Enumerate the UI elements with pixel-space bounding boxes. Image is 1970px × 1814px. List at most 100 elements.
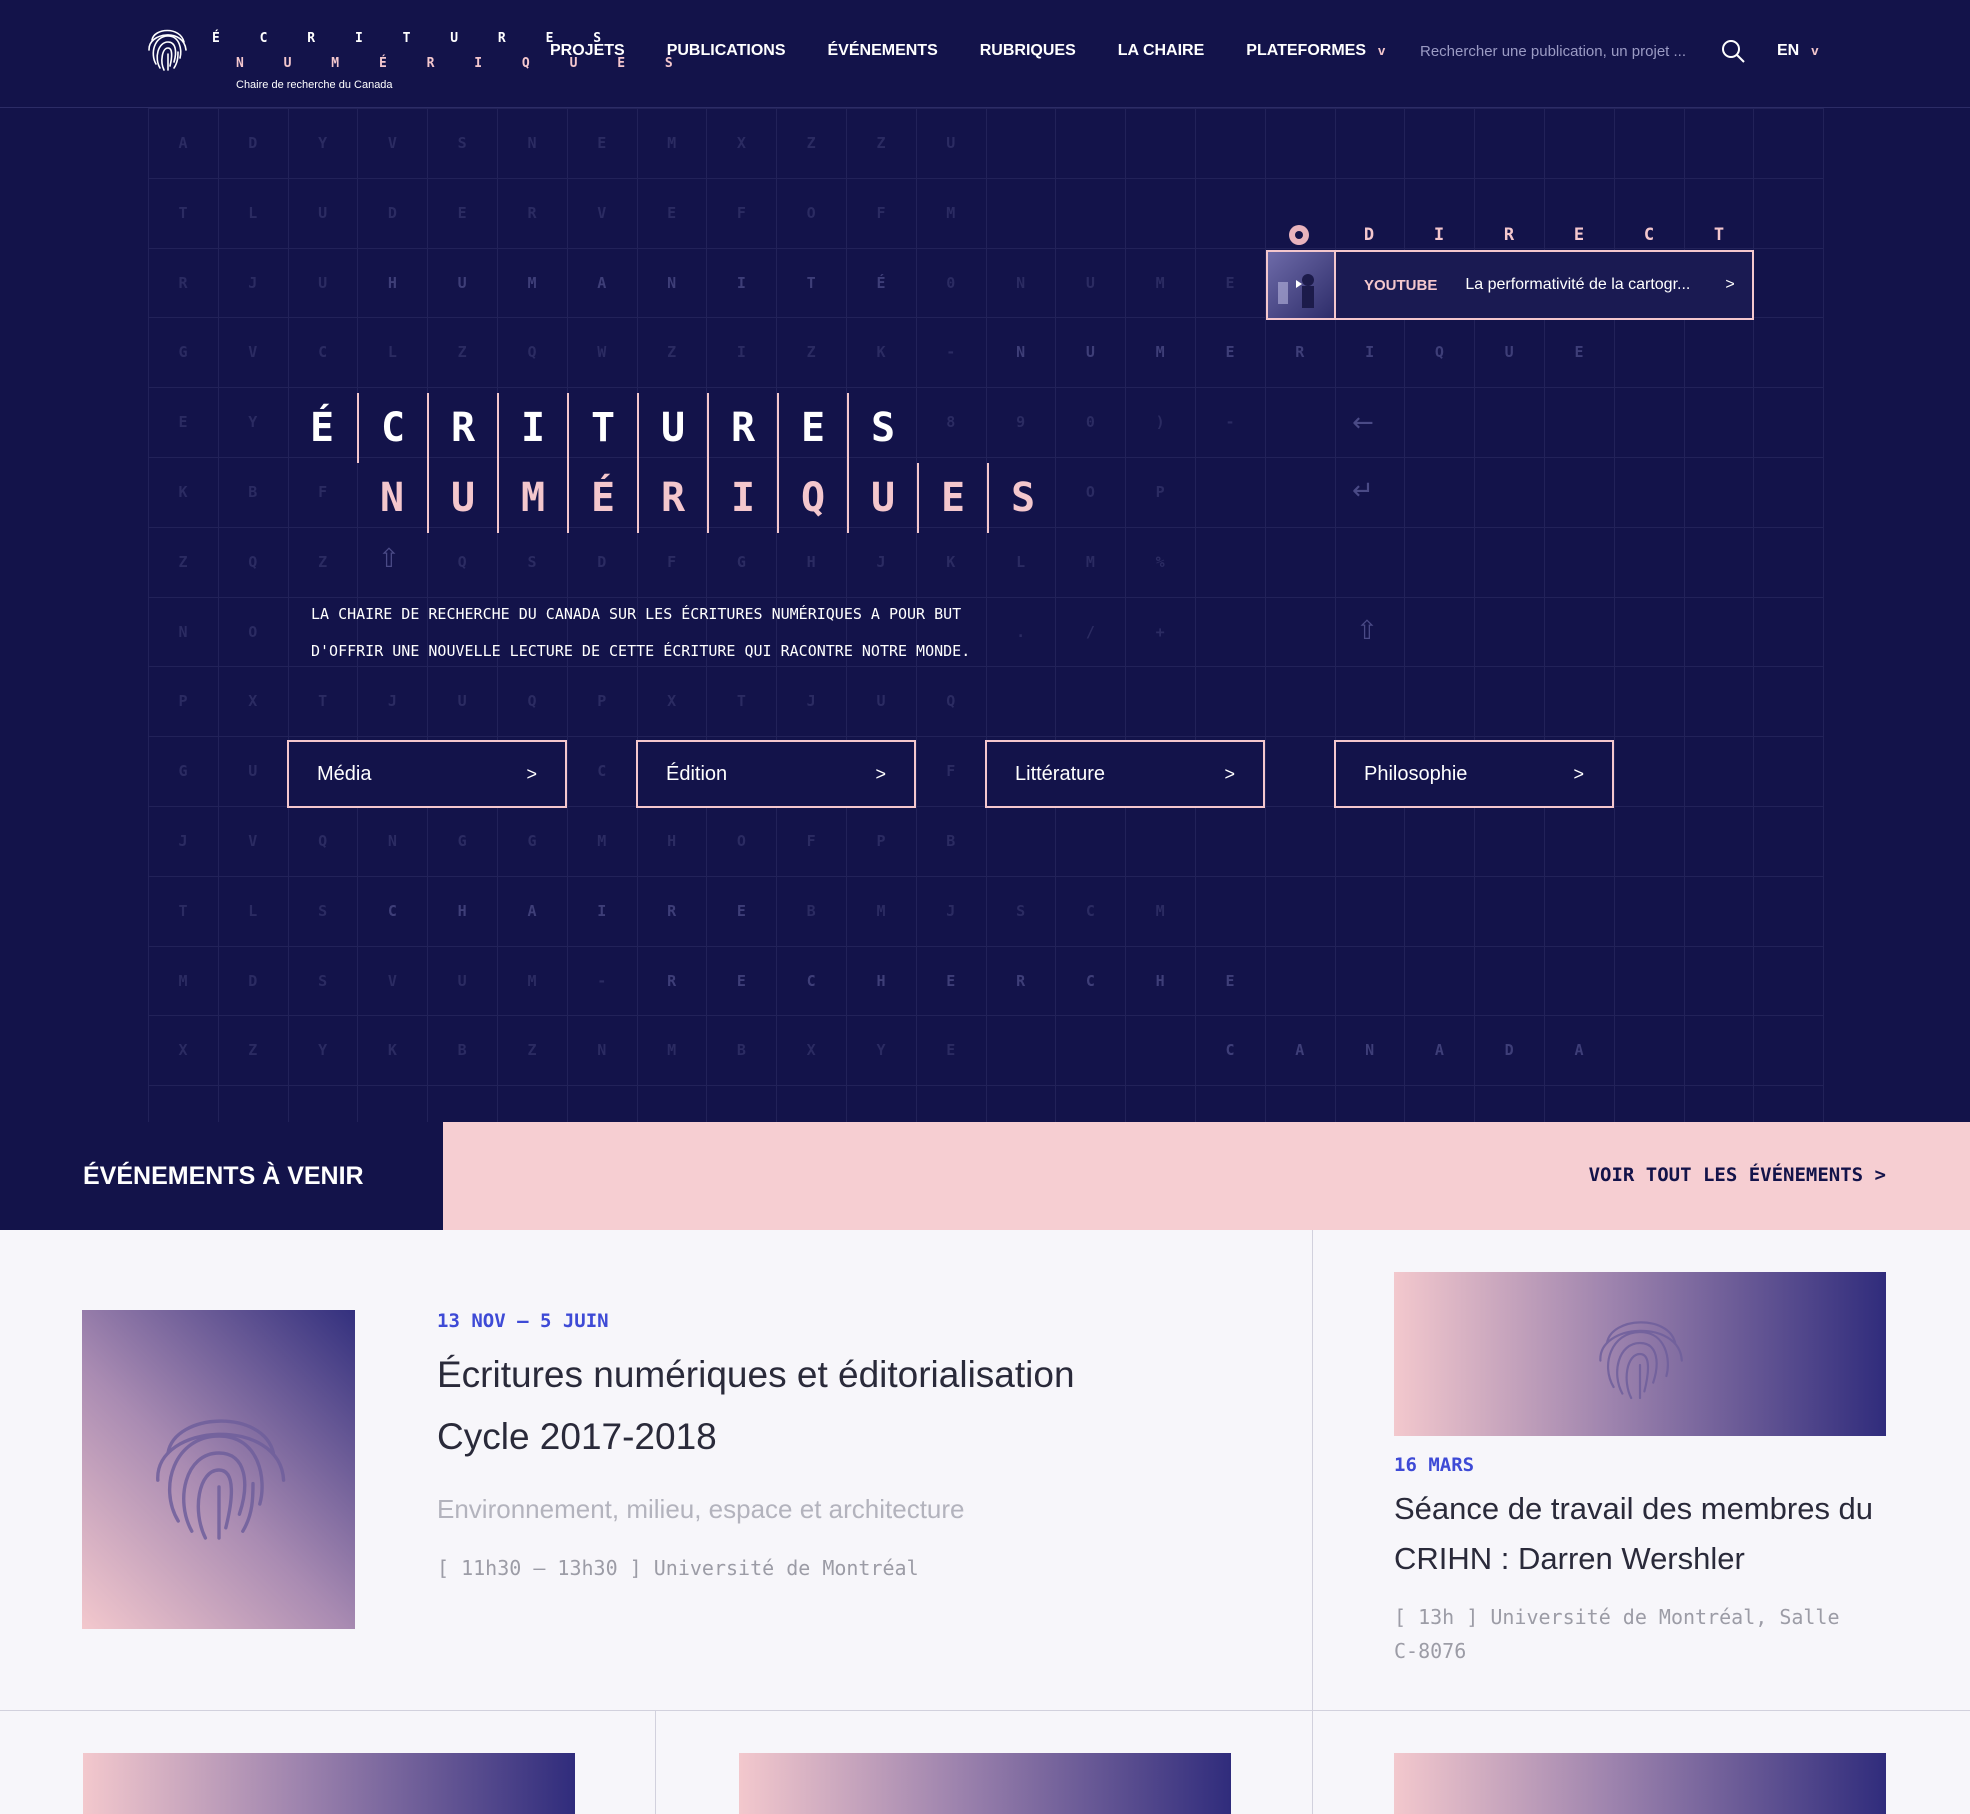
category-edition-button[interactable]: Édition > (636, 740, 916, 808)
event-thumbnail[interactable] (83, 1753, 575, 1814)
grid-letter: - (1225, 413, 1235, 432)
grid-letter: Z (667, 343, 677, 362)
grid-letter: D (248, 971, 258, 990)
chevron-right-icon: > (526, 763, 537, 784)
grid-letter: I (597, 901, 607, 920)
grid-letter: U (457, 971, 467, 990)
grid-letter: E (946, 971, 956, 990)
grid-letter: Z (318, 552, 328, 571)
live-source: YOUTUBE (1364, 276, 1438, 294)
grid-line (148, 945, 1824, 947)
grid-line (1823, 108, 1825, 1122)
event-title-line-1: Séance de travail des membres du (1394, 1491, 1874, 1526)
live-youtube-card[interactable]: YOUTUBE La performativité de la cartogr.… (1266, 250, 1754, 320)
grid-letter: E (1574, 343, 1584, 362)
grid-letter: M (178, 971, 188, 990)
hero-title-letter: S (847, 393, 917, 463)
grid-letter: U (1504, 343, 1514, 362)
grid-letter: X (178, 1041, 188, 1060)
search-input[interactable]: Rechercher une publication, un projet ..… (1420, 43, 1712, 60)
category-label: Édition (666, 762, 728, 785)
site-header: É C R I T U R E S N U M É R I Q U E S Ch… (0, 0, 1970, 108)
grid-letter: G (527, 832, 537, 850)
grid-letter: R (667, 971, 677, 990)
grid-letter: S (527, 552, 537, 571)
search-box[interactable]: Rechercher une publication, un projet ..… (1420, 38, 1746, 64)
nav-label: ÉVÉNEMENTS (827, 42, 938, 59)
grid-letter: P (1155, 483, 1165, 501)
grid-letter: S (457, 134, 467, 152)
nav-evenements[interactable]: ÉVÉNEMENTS (828, 42, 938, 60)
grid-letter: X (806, 1041, 816, 1060)
grid-letter: O (736, 832, 746, 850)
events-list: 13 NOV – 5 JUIN Écritures numériques et … (0, 1230, 1970, 1814)
grid-letter: N (178, 622, 188, 641)
grid-letter: B (806, 901, 816, 920)
grid-letter: E (457, 203, 467, 222)
event-title-line-2: Cycle 2017-2018 (437, 1416, 717, 1457)
grid-letter: J (248, 273, 258, 292)
nav-publications[interactable]: PUBLICATIONS (667, 42, 786, 60)
grid-letter: R (1016, 971, 1026, 990)
hero-title-letter: M (497, 463, 567, 533)
event-card-featured[interactable]: 13 NOV – 5 JUIN Écritures numériques et … (82, 1310, 1262, 1630)
grid-letter: B (457, 1041, 467, 1060)
grid-letter: E (667, 203, 677, 222)
event-meta-line-1: [ 13h ] Université de Montréal, Salle (1394, 1605, 1840, 1629)
grid-letter: 0 (1085, 413, 1095, 432)
video-thumbnail (1268, 252, 1336, 318)
grid-letter: E (1225, 273, 1235, 292)
grid-letter: A (527, 901, 537, 920)
hero-title-letter: Q (777, 463, 847, 533)
hero-title-letter: U (637, 393, 707, 463)
grid-letter: N (1016, 343, 1026, 362)
grid-letter: L (387, 343, 397, 362)
main-nav: PROJETS PUBLICATIONS ÉVÉNEMENTS RUBRIQUE… (550, 42, 1427, 60)
grid-letter: B (736, 1041, 746, 1060)
grid-letter: M (946, 203, 956, 222)
nav-label: PLATEFORMES (1246, 42, 1366, 59)
category-philosophie-button[interactable]: Philosophie > (1334, 740, 1614, 808)
grid-letter: F (806, 832, 816, 850)
hero-title-letter: C (357, 393, 427, 463)
fingerprint-icon (155, 1418, 285, 1540)
category-litterature-button[interactable]: Littérature > (985, 740, 1265, 808)
chevron-down-icon: v (1811, 43, 1819, 58)
nav-la-chaire[interactable]: LA CHAIRE (1118, 42, 1205, 60)
live-title: La performativité de la cartogr... (1465, 276, 1691, 293)
grid-letter: + (1155, 622, 1165, 641)
grid-letter: E (178, 413, 188, 432)
grid-letter: N (1016, 273, 1026, 292)
grid-letter: O (1085, 483, 1095, 501)
hero-title-letter: R (427, 393, 497, 463)
event-thumbnail[interactable] (739, 1753, 1231, 1814)
grid-letter: U (457, 273, 467, 292)
grid-letter: C (597, 762, 607, 781)
language-switcher[interactable]: EN v (1777, 42, 1818, 60)
grid-letter: D (1504, 1041, 1514, 1060)
event-card[interactable]: 16 MARS Séance de travail des membres du… (1394, 1272, 1886, 1692)
grid-letter: G (457, 832, 467, 850)
hero-title-line-2: NUMÉRIQUES (357, 463, 1057, 533)
grid-letter: R (667, 901, 677, 920)
grid-letter: T (178, 203, 188, 222)
nav-plateformes-dropdown[interactable]: PLATEFORMES v (1246, 42, 1385, 60)
grid-letter: T (806, 273, 816, 292)
category-media-button[interactable]: Média > (287, 740, 567, 808)
grid-letter: H (876, 971, 886, 990)
grid-letter: H (667, 832, 677, 850)
grid-letter: H (1155, 971, 1165, 990)
event-thumbnail (1394, 1272, 1886, 1436)
chevron-right-icon: > (875, 763, 886, 784)
see-all-events-link[interactable]: VOIR TOUT LES ÉVÉNEMENTS > (1589, 1164, 1886, 1186)
grid-letter: J (946, 901, 956, 920)
nav-rubriques[interactable]: RUBRIQUES (980, 42, 1076, 60)
grid-letter: E (1225, 971, 1235, 990)
search-icon[interactable] (1720, 38, 1746, 64)
nav-projets[interactable]: PROJETS (550, 42, 625, 60)
grid-letter: C (806, 971, 816, 990)
event-thumbnail[interactable] (1394, 1753, 1886, 1814)
hero-title-letter: U (427, 463, 497, 533)
grid-letter: P (178, 692, 188, 711)
grid-letter: M (1155, 273, 1165, 292)
